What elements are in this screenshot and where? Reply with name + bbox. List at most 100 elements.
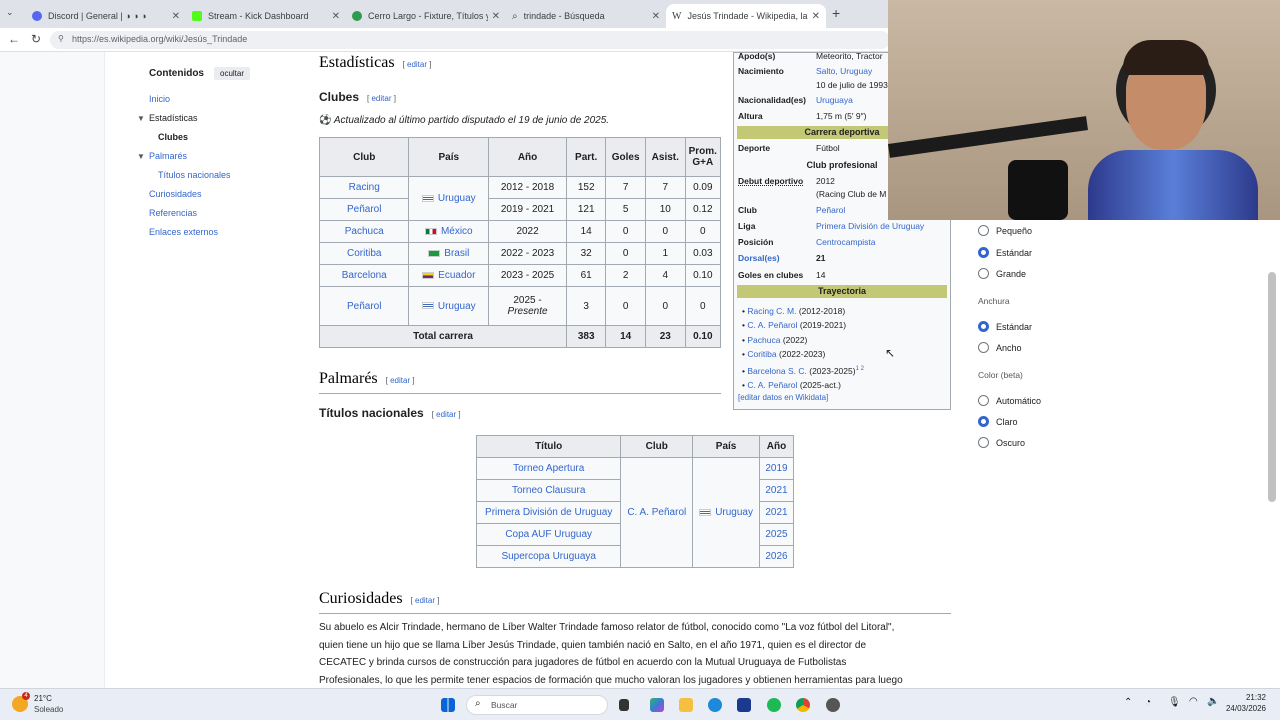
edit-link[interactable]: editar [371,94,391,103]
text-size-large[interactable]: Grande [978,268,1026,279]
tab-list-button[interactable]: ⌄ [6,7,14,18]
copilot-icon[interactable] [650,698,664,712]
title-link[interactable]: Torneo Clausura [512,485,585,496]
edit-link[interactable]: editar [407,60,427,69]
updated-note: ⚽ Actualizado al último partido disputad… [319,115,609,126]
site-info-icon[interactable]: ⚲ [58,34,64,43]
toc-item-curiosidades[interactable]: Curiosidades [135,185,295,204]
tab-title: Stream - Kick Dashboard [208,11,309,21]
chevron-down-icon[interactable]: ▼ [137,109,145,128]
title-link[interactable]: Torneo Apertura [513,463,584,474]
toc-item-estadisticas[interactable]: ▼ Estadísticas [135,109,295,128]
club-link[interactable]: Peñarol [816,205,845,215]
close-tab-icon[interactable]: ✕ [812,11,820,22]
taskbar-search-placeholder: Buscar [491,700,518,710]
taskbar-search-box[interactable]: ⌕ Buscar [466,695,608,715]
league-link[interactable]: Primera División de Uruguay [816,221,924,231]
network-icon[interactable]: ◔ [1145,697,1151,708]
chevron-up-icon[interactable]: ⌃ [1124,697,1132,708]
country-link[interactable]: Uruguay [438,193,476,204]
toc-item-referencias[interactable]: Referencias [135,204,295,223]
cell: 0 [644,220,686,243]
toc-item-titulos[interactable]: Títulos nacionales [135,166,295,185]
new-tab-button[interactable]: + [832,5,840,21]
globe-icon [352,11,362,21]
title-link[interactable]: Primera División de Uruguay [485,507,612,518]
color-light[interactable]: Claro [978,416,1018,427]
color-dark[interactable]: Oscuro [978,437,1025,448]
clock[interactable]: 21:32 24/03/2026 [1222,692,1266,714]
width-standard[interactable]: Estándar [978,321,1032,332]
club-link[interactable]: Pachuca [345,226,384,237]
store-icon[interactable] [737,698,751,712]
close-tab-icon[interactable]: ✕ [652,11,660,22]
title-link[interactable]: Supercopa Uruguaya [501,551,596,562]
year-link[interactable]: 2019 [765,463,787,474]
chevron-down-icon[interactable]: ▼ [137,147,145,166]
country-link[interactable]: Uruguay [438,301,476,312]
year-link[interactable]: 2025 [765,529,787,540]
toc-item-clubes[interactable]: Clubes [135,128,295,147]
app-icon[interactable] [826,698,840,712]
country-link[interactable]: Uruguay [715,507,753,518]
wikidata-link[interactable]: [editar datos en Wikidata] [738,393,828,402]
edit-link[interactable]: editar [436,410,456,419]
text-size-small[interactable]: Pequeño [978,225,1032,236]
tab-wikipedia[interactable]: W Jesús Trindade - Wikipedia, la enci ✕ [666,4,826,28]
year-link[interactable]: 2026 [765,551,787,562]
uruguay-flag-icon [699,508,712,516]
volume-icon[interactable]: 🔈 [1207,696,1219,707]
toc-item-inicio[interactable]: Inicio [135,90,295,109]
cell: 121 [566,198,607,221]
tab-discord[interactable]: Discord | General | ◑ ◑ ◑ ✕ [26,4,186,28]
club-link[interactable]: Coritiba [347,248,381,259]
spotify-icon[interactable] [767,698,781,712]
close-tab-icon[interactable]: ✕ [332,11,340,22]
toc-hide-button[interactable]: ocultar [214,67,251,80]
wifi-icon[interactable]: ◠ [1189,696,1198,707]
tab-search[interactable]: ⌕ trindade - Búsqueda ✕ [506,4,666,28]
birthplace-link[interactable]: Salto, Uruguay [816,66,872,76]
country-link[interactable]: Ecuador [438,270,475,281]
club-link[interactable]: C. A. Peñarol [627,507,686,518]
infobox-debut-club[interactable]: (Racing Club de M [816,189,886,199]
country-link[interactable]: México [441,226,473,237]
width-wide[interactable]: Ancho [978,342,1022,353]
scrollbar-thumb[interactable] [1268,272,1276,502]
year-link[interactable]: 2021 [765,485,787,496]
toc-item-enlaces[interactable]: Enlaces externos [135,223,295,242]
close-tab-icon[interactable]: ✕ [492,11,500,22]
reload-icon[interactable]: ↻ [31,32,41,46]
divider [319,393,721,394]
cell: 7 [644,176,686,199]
chrome-icon[interactable] [796,698,810,712]
edit-link[interactable]: editar [390,376,410,385]
club-link[interactable]: Peñarol [347,301,381,312]
tab-kick[interactable]: Stream - Kick Dashboard ✕ [186,4,346,28]
toc-item-palmares[interactable]: ▼ Palmarés [135,147,295,166]
year-link[interactable]: 2021 [765,507,787,518]
text-size-standard[interactable]: Estándar [978,247,1032,258]
title-link[interactable]: Copa AUF Uruguay [505,529,592,540]
microphone-tray-icon[interactable]: 🎙 [1168,697,1181,708]
reference-link[interactable]: 1 2 [856,366,864,372]
soccer-ball-icon: ⚽ [319,115,332,126]
edit-link[interactable]: editar [415,596,435,605]
file-explorer-icon[interactable] [679,698,693,712]
edge-icon[interactable] [708,698,722,712]
color-auto[interactable]: Automático [978,395,1041,406]
club-link[interactable]: Barcelona [342,270,387,281]
task-view-icon[interactable] [619,699,629,711]
position-link[interactable]: Centrocampista [816,237,876,247]
paragraph-line: Su abuelo es Alcir Trindade, hermano de … [319,622,895,633]
url-input[interactable]: ⚲ https://es.wikipedia.org/wiki/Jesús_Tr… [50,31,890,49]
nationality-link[interactable]: Uruguaya [816,95,853,105]
club-link[interactable]: Racing [349,182,380,193]
tab-cerro-largo[interactable]: Cerro Largo - Fixture, Títulos y Pla ✕ [346,4,506,28]
close-tab-icon[interactable]: ✕ [172,11,180,22]
col-header: Asist. [644,137,686,177]
back-icon[interactable]: ← [8,32,20,46]
windows-start-icon[interactable] [441,698,455,712]
club-link[interactable]: Peñarol [347,204,381,215]
country-link[interactable]: Brasil [444,248,469,259]
